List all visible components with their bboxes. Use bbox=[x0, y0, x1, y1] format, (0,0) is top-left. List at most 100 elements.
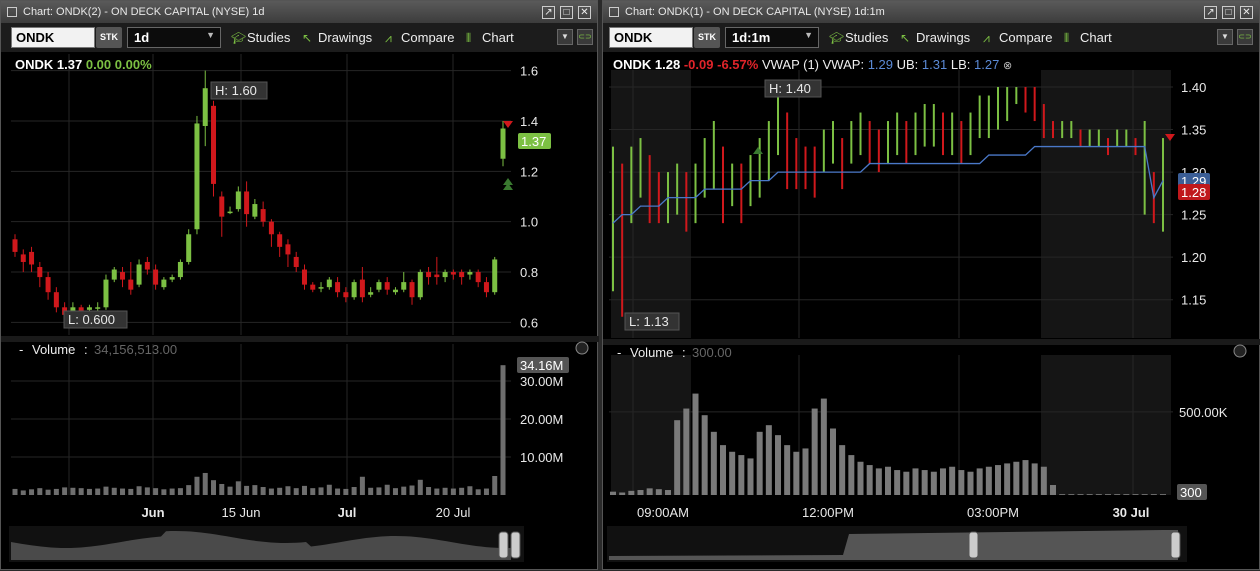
volume-bar bbox=[921, 470, 928, 495]
link-icon[interactable]: ⊂⊃ bbox=[577, 29, 593, 45]
chart-area[interactable]: 1.6 1.4 1.2 1.0 0.8 0.6 H: 1.60 L: 0.600 1.37 - Vo… bbox=[1, 52, 599, 571]
candle-body bbox=[401, 282, 407, 290]
candle-body bbox=[335, 282, 341, 293]
volume-bar bbox=[467, 486, 473, 495]
volume-bar bbox=[111, 487, 117, 495]
volume-bar bbox=[1068, 494, 1075, 495]
window-menu-icon[interactable] bbox=[609, 7, 619, 17]
volume-bar bbox=[62, 487, 68, 495]
price-axis-label: 1.15 bbox=[1181, 293, 1206, 308]
volume-bar bbox=[384, 484, 390, 495]
price-axis-label: 1.6 bbox=[520, 64, 538, 79]
volume-bar bbox=[1077, 494, 1084, 495]
volume-bar bbox=[277, 487, 283, 495]
pane-divider bbox=[1, 336, 599, 342]
volume-bar bbox=[45, 489, 51, 495]
drawings-label: Drawings bbox=[318, 30, 373, 45]
studies-label: Studies bbox=[845, 30, 889, 45]
compare-button[interactable]: ⩘ Compare bbox=[983, 30, 1052, 46]
maximize-icon[interactable]: □ bbox=[560, 5, 573, 19]
vwap-study-name: VWAP (1) bbox=[761, 57, 820, 72]
volume-bar bbox=[475, 489, 481, 495]
volume-bar bbox=[940, 468, 946, 495]
volume-colon: : bbox=[84, 342, 88, 357]
candle-body bbox=[244, 191, 250, 215]
navigator-handle-left[interactable] bbox=[498, 531, 509, 559]
security-type-button[interactable]: STK bbox=[694, 27, 720, 48]
volume-bar bbox=[483, 488, 489, 495]
volume-bar bbox=[78, 488, 84, 495]
dropdown-menu-button[interactable]: ▼ bbox=[1217, 29, 1233, 45]
volume-axis-label: 20.00M bbox=[520, 412, 563, 427]
candle-body bbox=[384, 282, 390, 290]
candle-body bbox=[235, 191, 241, 210]
volume-bar bbox=[1141, 494, 1148, 495]
navigator-handle-right[interactable] bbox=[510, 531, 521, 559]
candle-body bbox=[161, 279, 167, 288]
compare-icon: ⩘ bbox=[385, 31, 392, 45]
studies-button[interactable]: 🎓︎Studies bbox=[829, 30, 888, 45]
compare-button[interactable]: ⩘ Compare bbox=[385, 30, 454, 46]
dropdown-menu-button[interactable]: ▼ bbox=[557, 29, 573, 45]
popout-icon[interactable]: ↗ bbox=[542, 5, 555, 19]
last-price-tag: 1.37 bbox=[521, 134, 546, 149]
navigator-handle-right[interactable] bbox=[1170, 531, 1181, 559]
price-axis-label: 1.4 bbox=[520, 114, 538, 129]
remove-study-icon[interactable]: ⊗ bbox=[1003, 60, 1012, 72]
volume-bar bbox=[1040, 466, 1047, 495]
volume-bar bbox=[492, 476, 498, 495]
window-title-bar[interactable]: Chart: ONDK(2) - ON DECK CAPITAL (NYSE) … bbox=[1, 1, 597, 23]
volume-bar bbox=[894, 470, 901, 495]
security-type-button[interactable]: STK bbox=[96, 27, 122, 48]
volume-bar bbox=[235, 481, 241, 495]
symbol-input[interactable]: ONDK bbox=[11, 27, 95, 48]
close-icon[interactable]: ✕ bbox=[1240, 5, 1253, 19]
navigator-handle-left[interactable] bbox=[968, 531, 979, 559]
candle-body bbox=[268, 221, 274, 235]
maximize-icon[interactable]: □ bbox=[1222, 5, 1235, 19]
low-label: L: 1.13 bbox=[629, 314, 669, 329]
time-axis-label: 09:00AM bbox=[637, 505, 689, 520]
volume-bar bbox=[359, 476, 365, 495]
volume-bar bbox=[442, 487, 448, 495]
chart-type-button[interactable]: ⫴ Chart bbox=[466, 30, 514, 46]
volume-bar bbox=[450, 488, 456, 495]
candle-body bbox=[475, 272, 481, 283]
candle-body bbox=[169, 277, 175, 280]
timeframe-select[interactable]: 1d ▼ bbox=[127, 27, 221, 48]
window-menu-icon[interactable] bbox=[7, 7, 17, 17]
candle-body bbox=[53, 292, 59, 308]
link-icon[interactable]: ⊂⊃ bbox=[1237, 29, 1253, 45]
drawings-button[interactable]: ↖ Drawings bbox=[900, 30, 970, 45]
candle-body bbox=[450, 272, 456, 275]
volume-bar bbox=[244, 485, 250, 495]
symbol-input[interactable]: ONDK bbox=[609, 27, 693, 48]
close-volume-icon[interactable] bbox=[575, 341, 589, 355]
chart-type-button[interactable]: ⫴ Chart bbox=[1064, 30, 1112, 46]
date-axis-label: Jul bbox=[338, 505, 357, 520]
volume-bar bbox=[793, 451, 800, 495]
volume-bar bbox=[775, 435, 781, 495]
timeframe-select[interactable]: 1d:1m ▼ bbox=[725, 27, 819, 48]
chart-area[interactable]: 1.401.351.301.251.201.15H: 1.40L: 1.131.… bbox=[603, 52, 1260, 571]
close-icon[interactable]: ✕ bbox=[578, 5, 591, 19]
volume-bar bbox=[903, 471, 910, 495]
window-title-bar[interactable]: Chart: ONDK(1) - ON DECK CAPITAL (NYSE) … bbox=[603, 1, 1259, 23]
volume-bar bbox=[683, 408, 690, 495]
candle-body bbox=[467, 272, 473, 275]
chevron-down-icon: ▼ bbox=[804, 30, 813, 40]
up-arrow-icon bbox=[503, 178, 513, 190]
studies-button[interactable]: 🎓︎Studies bbox=[231, 30, 290, 45]
volume-bar bbox=[202, 472, 208, 495]
drawings-button[interactable]: ↖ Drawings bbox=[302, 30, 372, 45]
close-volume-icon[interactable] bbox=[1233, 344, 1247, 358]
studies-label: Studies bbox=[247, 30, 291, 45]
volume-bar bbox=[1013, 461, 1020, 495]
volume-bar bbox=[459, 487, 465, 495]
candle-body bbox=[29, 251, 35, 265]
volume-colon: : bbox=[682, 345, 686, 360]
candle-body bbox=[95, 307, 101, 309]
volume-bar bbox=[293, 488, 299, 495]
popout-icon[interactable]: ↗ bbox=[1204, 5, 1217, 19]
candle-body bbox=[260, 209, 266, 222]
